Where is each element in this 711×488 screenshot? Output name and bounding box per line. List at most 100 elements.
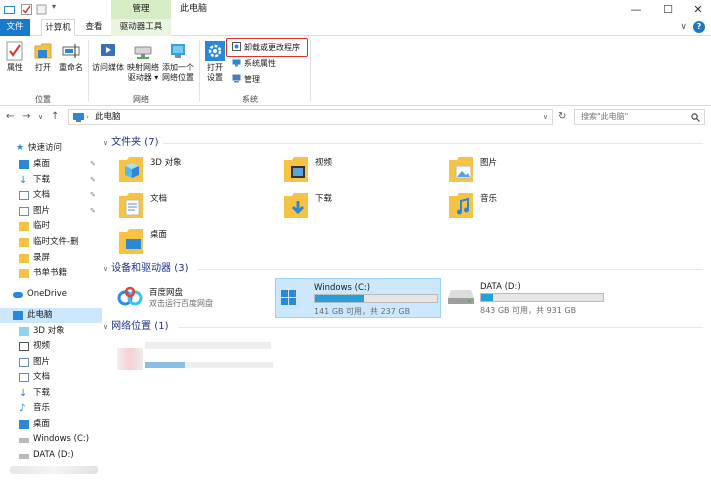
devices-section-header[interactable]: ∨ 设备和驱动器 (3) bbox=[103, 262, 188, 276]
sidebar-item-pictures[interactable]: 图片 ✎ bbox=[0, 204, 102, 219]
properties-check-icon[interactable] bbox=[21, 4, 32, 15]
folder-label: 文档 bbox=[150, 194, 168, 204]
folder-3d-objects[interactable]: 3D 对象 bbox=[118, 154, 268, 190]
tab-computer[interactable]: 计算机 bbox=[41, 19, 75, 37]
sidebar-item-downloads-pc[interactable]: ↓ 下载 bbox=[0, 386, 102, 401]
explorer-app-icon bbox=[4, 6, 15, 14]
address-bar[interactable]: › 此电脑 ∨ bbox=[68, 109, 553, 125]
drive-capacity: 843 GB 可用，共 931 GB bbox=[480, 306, 577, 315]
download-arrow-icon: ↓ bbox=[19, 388, 28, 399]
sidebar-item-music[interactable]: ♪ 音乐 bbox=[0, 401, 102, 416]
highlight-annotation bbox=[226, 38, 308, 57]
sidebar-item-quick-access[interactable]: ★ 快速访问 bbox=[0, 141, 102, 156]
sidebar-item-documents[interactable]: 文档 ✎ bbox=[0, 188, 102, 203]
maximize-button[interactable]: ☐ bbox=[652, 0, 684, 19]
search-box[interactable]: 搜索"此电脑" bbox=[574, 109, 705, 125]
folder-downloads[interactable]: 下载 bbox=[283, 190, 433, 226]
title-bar: ▾ 管理 此电脑 — ☐ ✕ bbox=[0, 0, 711, 19]
forward-arrow-icon[interactable]: → bbox=[22, 108, 30, 126]
system-properties-button[interactable]: 系统属性 bbox=[232, 58, 276, 69]
new-folder-icon[interactable] bbox=[36, 4, 47, 15]
baidu-netdisk-item[interactable]: 百度网盘 双击运行百度网盘 bbox=[115, 280, 265, 320]
collapse-ribbon-icon[interactable]: ∨ bbox=[680, 19, 687, 36]
folder-pictures[interactable]: 图片 bbox=[448, 154, 598, 190]
add-network-location-button[interactable]: 添加一个 网络位置 bbox=[160, 41, 196, 83]
folder-videos[interactable]: 视频 bbox=[283, 154, 433, 190]
customize-toolbar-icon[interactable]: ▾ bbox=[52, 2, 56, 11]
dropdown-arrow-icon: ▾ bbox=[151, 73, 159, 82]
folder-picture-icon bbox=[449, 157, 473, 182]
rename-button[interactable]: 重命名 bbox=[56, 41, 86, 73]
open-folder-icon bbox=[34, 43, 52, 59]
add-location-label-2: 网络位置 bbox=[162, 73, 194, 82]
sidebar-item-desktop[interactable]: 桌面 ✎ bbox=[0, 157, 102, 172]
open-settings-label-2: 设置 bbox=[207, 73, 223, 82]
folder-music[interactable]: 音乐 bbox=[448, 190, 598, 226]
drive-d-tile[interactable]: DATA (D:) 843 GB 可用，共 931 GB bbox=[446, 278, 606, 318]
manage-label: 管理 bbox=[244, 75, 260, 84]
sidebar-item-drive-d[interactable]: DATA (D:) bbox=[0, 448, 102, 463]
folder-video-icon bbox=[284, 157, 308, 182]
pin-icon[interactable]: ✎ bbox=[90, 173, 96, 188]
sidebar-item-label: 下载 bbox=[33, 388, 51, 398]
sidebar-item-this-pc[interactable]: 此电脑 bbox=[0, 308, 102, 323]
refresh-icon[interactable]: ↻ bbox=[558, 108, 566, 126]
manage-button[interactable]: 管理 bbox=[232, 74, 260, 85]
folder-document-icon bbox=[119, 193, 143, 218]
tab-file[interactable]: 文件 bbox=[0, 19, 30, 36]
open-button[interactable]: 打开 bbox=[31, 41, 55, 73]
folder-music-icon bbox=[449, 193, 473, 218]
map-network-drive-button[interactable]: 映射网络 驱动器 ▾ bbox=[126, 41, 160, 83]
minimize-button[interactable]: — bbox=[620, 0, 652, 19]
pin-icon[interactable]: ✎ bbox=[90, 204, 96, 219]
sidebar-item-drive-c[interactable]: Windows (C:) bbox=[0, 432, 102, 447]
sidebar-item-3d-objects[interactable]: 3D 对象 bbox=[0, 324, 102, 339]
address-dropdown-icon[interactable]: ∨ bbox=[543, 110, 548, 124]
tab-view[interactable]: 查看 bbox=[80, 19, 108, 36]
sidebar-item-videos[interactable]: 视频 bbox=[0, 339, 102, 354]
drive-name: DATA (D:) bbox=[480, 282, 521, 292]
search-placeholder: 搜索"此电脑" bbox=[581, 112, 629, 121]
up-arrow-icon[interactable]: ↑ bbox=[51, 108, 59, 126]
open-label: 打开 bbox=[35, 63, 51, 72]
recent-locations-icon[interactable]: ∨ bbox=[38, 108, 43, 126]
network-location-item[interactable] bbox=[115, 340, 275, 374]
sidebar-item-books[interactable]: 书单书籍 bbox=[0, 266, 102, 281]
document-icon bbox=[19, 191, 29, 200]
section-divider bbox=[163, 143, 703, 144]
properties-button[interactable]: 属性 bbox=[3, 41, 27, 73]
context-tab-manage[interactable]: 管理 bbox=[111, 0, 171, 19]
sidebar-item-pictures-pc[interactable]: 图片 bbox=[0, 355, 102, 370]
sidebar-item-documents-pc[interactable]: 文档 bbox=[0, 370, 102, 385]
network-section-header[interactable]: ∨ 网络位置 (1) bbox=[103, 320, 168, 334]
folders-section-header[interactable]: ∨ 文件夹 (7) bbox=[103, 136, 158, 150]
sidebar-item-screen-recordings[interactable]: 录屏 bbox=[0, 251, 102, 266]
sidebar-item-label: 文档 bbox=[33, 190, 51, 200]
folder-desktop[interactable]: 桌面 bbox=[118, 226, 268, 262]
sidebar-item-onedrive[interactable]: OneDrive bbox=[0, 287, 102, 302]
access-media-button[interactable]: 访问媒体 bbox=[91, 41, 125, 73]
folder-label: 图片 bbox=[480, 158, 498, 168]
music-note-icon: ♪ bbox=[19, 403, 26, 414]
folders-header-label: 文件夹 (7) bbox=[111, 137, 159, 148]
folder-documents[interactable]: 文档 bbox=[118, 190, 268, 226]
sidebar-item-temp-files[interactable]: 临时文件-删 bbox=[0, 235, 102, 250]
drive-capacity: 141 GB 可用，共 237 GB bbox=[314, 307, 411, 316]
folder-desktop-icon bbox=[119, 229, 143, 254]
tab-drive-tools[interactable]: 驱动器工具 bbox=[111, 19, 171, 36]
section-divider bbox=[178, 327, 703, 328]
pin-icon[interactable]: ✎ bbox=[90, 188, 96, 203]
location-group-label: 位置 bbox=[35, 95, 51, 104]
sidebar-item-desktop-pc[interactable]: 桌面 bbox=[0, 417, 102, 432]
help-icon[interactable]: ? bbox=[693, 21, 705, 33]
desktop-icon bbox=[19, 160, 29, 169]
drive-c-tile[interactable]: Windows (C:) 141 GB 可用，共 237 GB bbox=[275, 278, 441, 318]
sidebar-item-downloads[interactable]: ↓ 下载 ✎ bbox=[0, 173, 102, 188]
open-settings-button[interactable]: 打开 设置 bbox=[202, 41, 228, 83]
folder-download-icon bbox=[284, 193, 308, 218]
pin-icon[interactable]: ✎ bbox=[90, 157, 96, 172]
sidebar-item-temp[interactable]: 临时 bbox=[0, 219, 102, 234]
close-button[interactable]: ✕ bbox=[682, 0, 711, 19]
document-icon bbox=[19, 373, 29, 382]
back-arrow-icon[interactable]: ← bbox=[6, 108, 14, 126]
